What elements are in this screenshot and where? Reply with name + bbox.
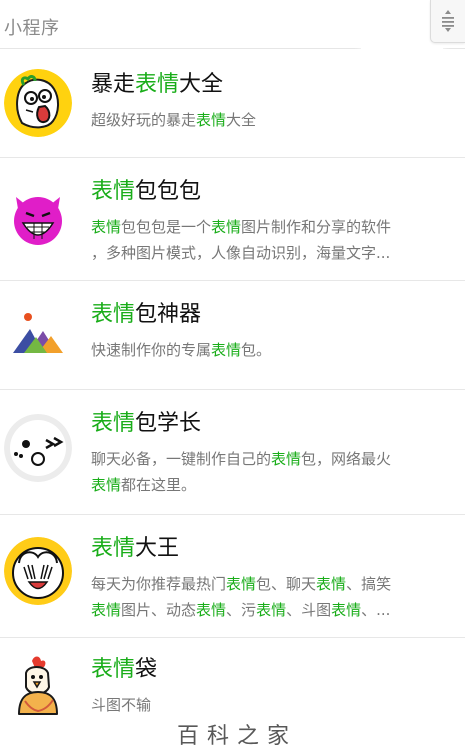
desc-highlight: 表情 [196,601,227,619]
desc-text: 图片、动态 [121,601,197,619]
title-highlight: 表情 [91,657,136,682]
desc-text: 大全 [226,111,257,129]
description-line: 表情包包包是一个表情图片制作和分享的软件 [91,214,441,240]
item-description: 超级好玩的暴走表情大全 [91,107,441,133]
mini-program-search-results: 小程序 暴走表情大全 超级好玩的暴走表情大全 表情包包包 表情包包包是一个表情图… [0,0,465,750]
item-title: 表情包包包 [91,178,441,206]
desc-text: 、... [361,601,391,619]
title-text: 包学长 [135,411,202,436]
triple-bar-sort-icon [442,10,454,32]
desc-text: 、搞笑 [346,575,392,593]
rooster-cartoon-icon [4,653,72,721]
title-highlight: 表情 [91,536,136,561]
desc-highlight: 表情 [256,601,287,619]
title-text: 包包包 [135,179,202,204]
desc-text: 每天为你推荐最热门 [91,575,227,593]
list-item[interactable]: 表情大王 每天为你推荐最热门表情包、聊天表情、搞笑 表情图片、动态表情、污表情、… [0,515,465,638]
description-line: 聊天必备，一键制作自己的表情包，网络最火 [91,446,441,472]
desc-highlight: 表情 [91,601,122,619]
desc-highlight: 表情 [211,341,242,359]
title-highlight: 表情 [91,411,136,436]
item-text: 表情包包包 表情包包包是一个表情图片制作和分享的软件 ，多种图片模式，人像自动识… [91,178,441,266]
description-line: 每天为你推荐最热门表情包、聊天表情、搞笑 [91,571,441,597]
pink-grin-devil-icon [4,185,72,253]
menu-button[interactable] [430,0,465,43]
desc-highlight: 表情 [226,575,257,593]
results-list: 暴走表情大全 超级好玩的暴走表情大全 表情包包包 表情包包包是一个表情图片制作和… [0,49,465,750]
desc-highlight: 表情 [91,476,122,494]
item-title: 表情包学长 [91,410,441,438]
desc-text: 快速制作你的专属 [91,341,212,359]
mountain-triangles-icon [4,301,72,369]
desc-text: 、污 [226,601,257,619]
item-text: 表情包学长 聊天必备，一键制作自己的表情包，网络最火 表情都在这里。 [91,410,441,498]
rage-face-icon [4,69,72,137]
wink-face-icon [4,414,72,482]
title-text: 暴走 [91,72,136,97]
desc-text: 包包包是一个 [121,218,212,236]
item-text: 暴走表情大全 超级好玩的暴走表情大全 [91,71,441,133]
description-line: 斗图不输 [91,692,441,718]
desc-text: 、斗图 [286,601,332,619]
item-title: 表情袋 [91,656,441,684]
title-text: 大王 [135,536,180,561]
section-label: 小程序 [4,18,60,39]
desc-highlight: 表情 [91,218,122,236]
title-highlight: 表情 [135,72,180,97]
desc-highlight: 表情 [196,111,227,129]
list-item[interactable]: 表情包包包 表情包包包是一个表情图片制作和分享的软件 ，多种图片模式，人像自动识… [0,158,465,281]
desc-text: 图片制作和分享的软件 [241,218,392,236]
desc-text: ，多种图片模式，人像自动识别，海量文字... [91,244,391,262]
desc-text: 超级好玩的暴走 [91,111,197,129]
description-line: ，多种图片模式，人像自动识别，海量文字... [91,240,441,266]
title-highlight: 表情 [91,179,136,204]
description-line: 快速制作你的专属表情包。 [91,337,441,363]
desc-text: 都在这里。 [121,476,197,494]
item-text: 表情包神器 快速制作你的专属表情包。 [91,301,441,363]
desc-text: 包、聊天 [256,575,317,593]
item-text: 表情袋 斗图不输 [91,656,441,718]
item-description: 快速制作你的专属表情包。 [91,337,441,363]
description-line: 超级好玩的暴走表情大全 [91,107,441,133]
desc-text: 包，网络最火 [301,450,392,468]
title-highlight: 表情 [91,302,136,327]
desc-highlight: 表情 [331,601,362,619]
desc-highlight: 表情 [316,575,347,593]
desc-text: 聊天必备，一键制作自己的 [91,450,272,468]
list-item[interactable]: 暴走表情大全 超级好玩的暴走表情大全 [0,49,465,158]
item-description: 表情包包包是一个表情图片制作和分享的软件 ，多种图片模式，人像自动识别，海量文字… [91,214,441,266]
title-text: 包神器 [135,302,202,327]
desc-text: 斗图不输 [91,696,152,714]
description-line: 表情都在这里。 [91,472,441,498]
item-title: 表情包神器 [91,301,441,329]
laughing-face-icon [4,537,72,605]
title-text: 袋 [135,657,158,682]
watermark-text: 百科之家 [176,724,297,749]
desc-text: 包。 [241,341,272,359]
item-description: 聊天必备，一键制作自己的表情包，网络最火 表情都在这里。 [91,446,441,498]
desc-highlight: 表情 [211,218,242,236]
title-text: 大全 [179,72,224,97]
section-header: 小程序 [0,0,465,70]
item-description: 斗图不输 [91,692,441,718]
item-title: 暴走表情大全 [91,71,441,99]
item-title: 表情大王 [91,535,441,563]
desc-highlight: 表情 [271,450,302,468]
item-description: 每天为你推荐最热门表情包、聊天表情、搞笑 表情图片、动态表情、污表情、斗图表情、… [91,571,441,623]
list-item[interactable]: 表情包学长 聊天必备，一键制作自己的表情包，网络最火 表情都在这里。 [0,390,465,515]
list-item[interactable]: 表情包神器 快速制作你的专属表情包。 [0,281,465,390]
description-line: 表情图片、动态表情、污表情、斗图表情、... [91,597,441,623]
item-text: 表情大王 每天为你推荐最热门表情包、聊天表情、搞笑 表情图片、动态表情、污表情、… [91,535,441,623]
